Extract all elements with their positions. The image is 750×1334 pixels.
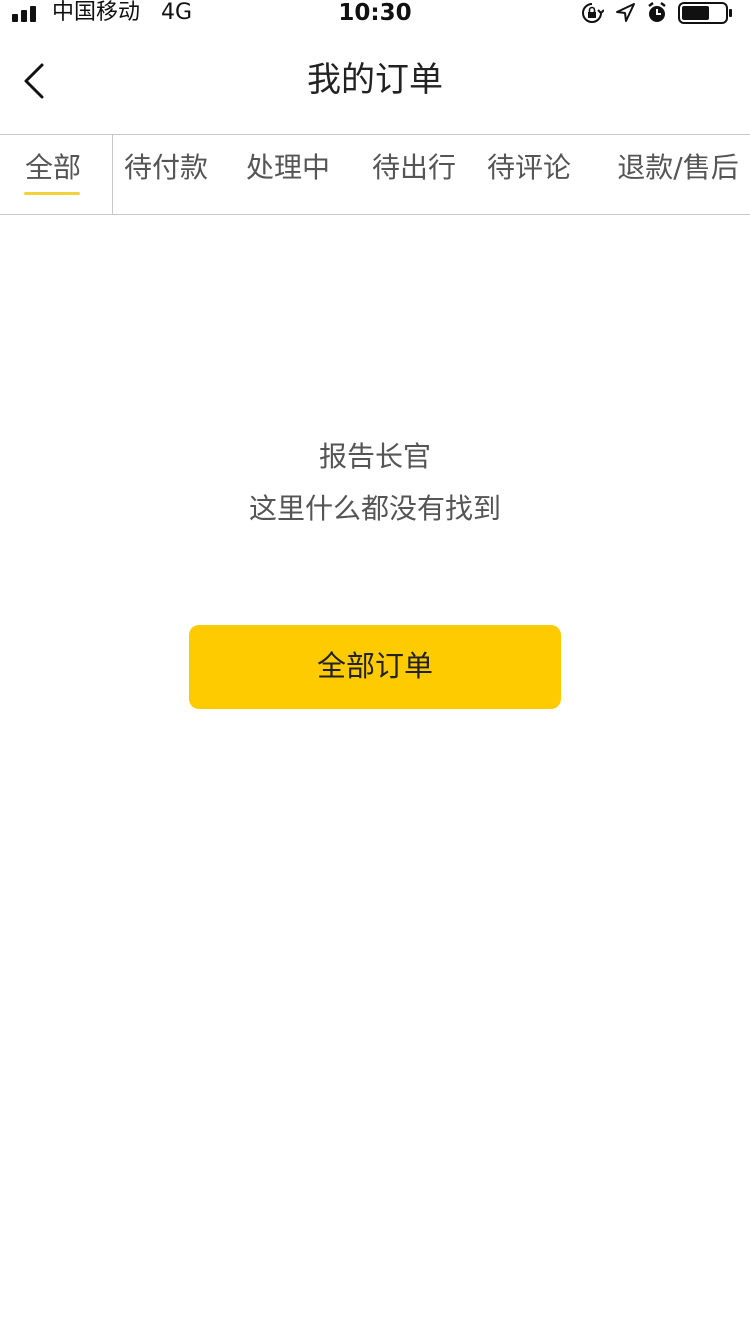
tab-label: 待评论 <box>486 151 571 184</box>
all-orders-button[interactable]: 全部订单 <box>189 625 561 709</box>
tab-divider <box>112 135 113 214</box>
empty-state-message: 这里什么都没有找到 <box>248 492 501 525</box>
location-arrow-icon <box>616 3 635 22</box>
empty-state-title: 报告长官 <box>318 440 431 473</box>
tab-pending-review[interactable]: 待评论 <box>485 135 573 214</box>
tab-label: 待出行 <box>371 151 456 184</box>
tab-label: 全部 <box>24 151 81 184</box>
tab-label: 退款/售后 <box>617 151 739 184</box>
tab-all[interactable]: 全部 <box>14 135 92 214</box>
alarm-icon <box>648 2 666 22</box>
tab-label: 处理中 <box>245 151 330 184</box>
active-tab-indicator <box>24 192 80 195</box>
page-title: 我的订单 <box>307 60 443 100</box>
status-bar: 中国移动 4G 10:30 <box>0 0 750 40</box>
tab-label: 待付款 <box>123 151 208 184</box>
navigation-bar: 我的订单 <box>0 40 750 134</box>
battery-icon <box>678 2 732 24</box>
tab-pending-payment[interactable]: 待付款 <box>122 135 210 214</box>
status-icons <box>580 0 740 26</box>
tab-processing[interactable]: 处理中 <box>244 135 332 214</box>
order-tabs: 全部 待付款 处理中 待出行 待评论 退款/售后 <box>0 134 750 215</box>
tab-refund-aftersales[interactable]: 退款/售后 <box>612 135 744 214</box>
orientation-lock-icon <box>582 3 604 23</box>
tab-pending-travel[interactable]: 待出行 <box>370 135 458 214</box>
